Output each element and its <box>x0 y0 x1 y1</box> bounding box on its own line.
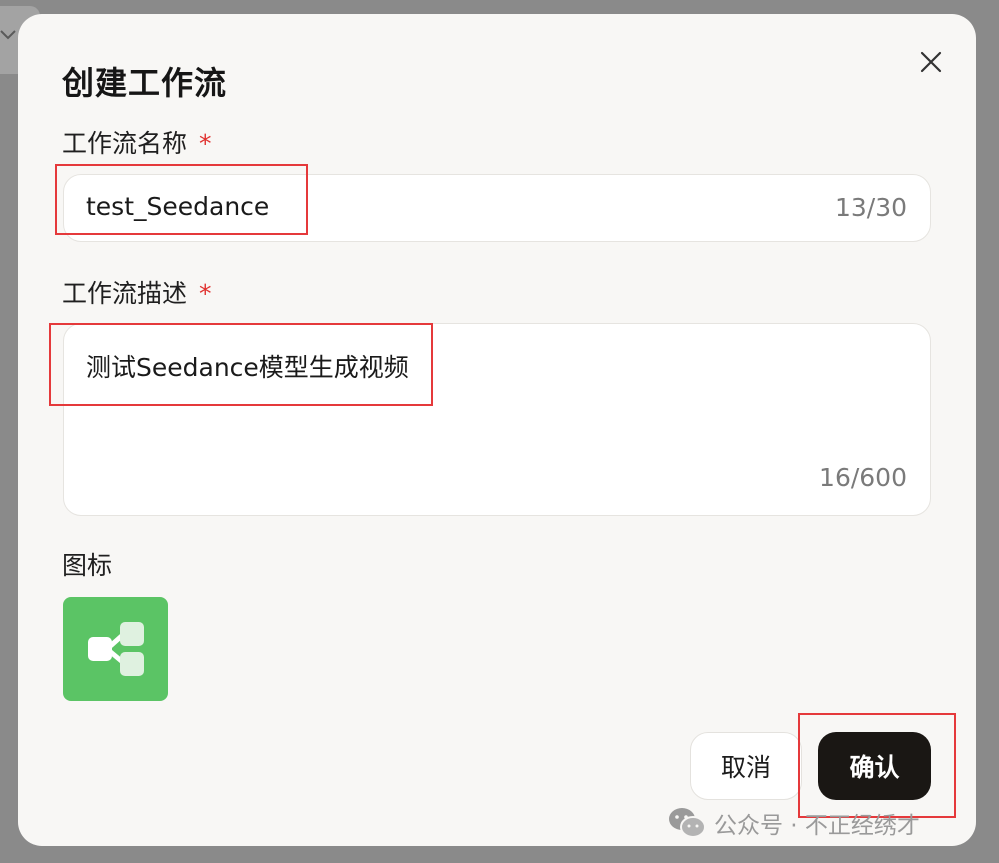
watermark: 公众号 · 不正经绣才 <box>668 806 920 840</box>
workflow-name-input[interactable]: test_Seedance 13/30 <box>63 174 931 242</box>
workflow-name-value: test_Seedance <box>86 192 270 221</box>
workflow-name-label: 工作流名称 * <box>62 129 212 158</box>
required-mark: * <box>199 129 212 158</box>
workflow-icon-picker[interactable] <box>63 597 168 701</box>
confirm-button[interactable]: 确认 <box>818 732 931 800</box>
close-icon <box>920 51 942 73</box>
required-mark: * <box>199 279 212 308</box>
create-workflow-dialog: 创建工作流 工作流名称 * test_Seedance 13/30 工作流描述 * … <box>18 14 976 846</box>
workflow-icon <box>87 622 144 676</box>
close-button[interactable] <box>916 47 946 77</box>
wechat-icon <box>669 808 706 838</box>
icon-label: 图标 <box>62 551 113 580</box>
chevron-down-icon <box>0 30 16 40</box>
workflow-description-value: 测试Seedance模型生成视频 <box>86 353 409 382</box>
workflow-name-counter: 13/30 <box>834 193 907 222</box>
dialog-title: 创建工作流 <box>62 64 228 102</box>
cancel-button[interactable]: 取消 <box>690 732 802 800</box>
workflow-description-counter: 16/600 <box>819 463 907 492</box>
workflow-description-textarea[interactable]: 测试Seedance模型生成视频 16/600 <box>63 323 931 516</box>
watermark-text: 公众号 · 不正经绣才 <box>714 813 920 839</box>
workflow-description-label: 工作流描述 * <box>62 279 212 308</box>
